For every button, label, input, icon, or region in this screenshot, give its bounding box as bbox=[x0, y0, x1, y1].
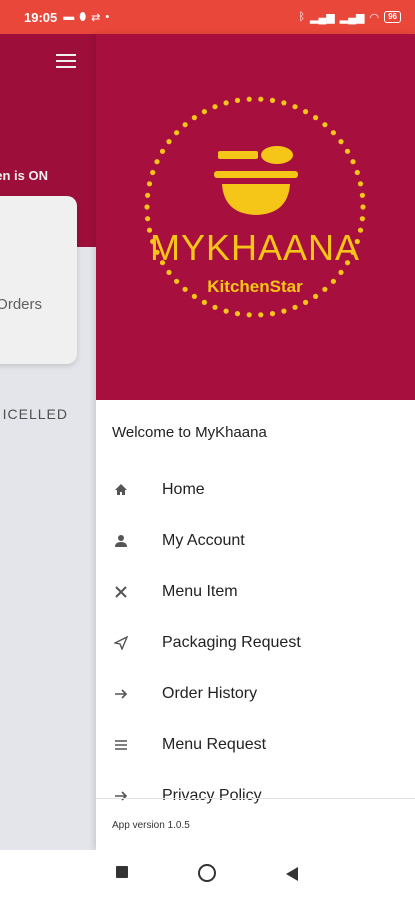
logo-dot bbox=[166, 139, 172, 145]
send-icon bbox=[112, 634, 130, 652]
logo-dot bbox=[281, 100, 287, 106]
menu-item-my-account[interactable]: My Account bbox=[96, 515, 415, 566]
logo-dot bbox=[338, 139, 344, 145]
menu-item-order-history[interactable]: Order History bbox=[96, 668, 415, 719]
menu-item-label: Home bbox=[162, 480, 205, 498]
logo-dot bbox=[144, 204, 150, 210]
wifi-icon: ◠ bbox=[369, 11, 380, 24]
status-left-icons: ▬ ⬮ ⇄ • bbox=[63, 11, 109, 24]
back-button[interactable] bbox=[286, 867, 298, 881]
logo-dot bbox=[212, 304, 218, 310]
menu-item-home[interactable]: Home bbox=[96, 464, 415, 515]
arrow-right-icon bbox=[112, 685, 130, 703]
menu-item-label: My Account bbox=[162, 531, 245, 549]
logo-dot bbox=[174, 130, 180, 136]
logo-dot bbox=[223, 308, 229, 314]
logo-dot bbox=[313, 293, 319, 299]
logo-dot bbox=[344, 148, 351, 154]
logo-dot bbox=[145, 192, 151, 198]
home-button[interactable] bbox=[198, 864, 216, 882]
logo-dot bbox=[359, 216, 365, 222]
dot-icon: • bbox=[105, 11, 110, 23]
logo-dot bbox=[269, 97, 276, 103]
list-icon bbox=[112, 736, 130, 754]
app-version: App version 1.0.5 bbox=[112, 820, 190, 831]
logo-dot bbox=[146, 181, 153, 187]
logo-dot bbox=[246, 312, 252, 318]
logo-dot bbox=[330, 130, 336, 136]
logo-dot bbox=[258, 312, 264, 318]
person-icon bbox=[112, 532, 130, 550]
menu-item-label: Order History bbox=[162, 684, 258, 702]
menu-item-privacy-policy[interactable]: Privacy Policy bbox=[96, 770, 415, 821]
signal-icon: ▂▄▆ bbox=[339, 11, 365, 24]
logo-dot bbox=[182, 122, 188, 128]
logo-dot bbox=[357, 181, 364, 187]
logo-dot bbox=[223, 100, 229, 106]
logo-dot bbox=[281, 308, 287, 314]
arrow-right-icon bbox=[112, 787, 130, 805]
logo-title: MYKHAANA bbox=[150, 227, 360, 268]
menu-item-menu-item[interactable]: Menu Item bbox=[96, 566, 415, 617]
menu-item-menu-request[interactable]: Menu Request bbox=[96, 719, 415, 770]
logo-dot bbox=[154, 159, 160, 165]
logo-dot bbox=[322, 286, 328, 292]
logo-dot bbox=[234, 97, 241, 103]
logo-dot bbox=[354, 169, 360, 176]
drawer-menu: Home My Account Menu Item Packaging Requ… bbox=[96, 464, 415, 821]
mykhaana-logo: MYKHAANA KitchenStar bbox=[144, 96, 366, 318]
status-time: 19:05 bbox=[24, 9, 58, 25]
drawer-header: MYKHAANA KitchenStar bbox=[96, 34, 415, 400]
logo-dot bbox=[330, 278, 336, 284]
logo-dot bbox=[292, 104, 298, 110]
logo-dot bbox=[246, 96, 252, 102]
logo-dot bbox=[359, 192, 365, 198]
logo-dot bbox=[191, 115, 197, 121]
logo-dot bbox=[338, 269, 344, 275]
status-right-icons: ᛒ ▂▄▆ ▂▄▆ ◠ 96 bbox=[298, 11, 401, 24]
usb-icon: ⇄ bbox=[91, 11, 101, 24]
logo-dot bbox=[145, 216, 151, 222]
logo-dot bbox=[166, 269, 172, 275]
logo-dot bbox=[322, 122, 328, 128]
recents-button[interactable] bbox=[116, 866, 128, 878]
logo-dot bbox=[234, 311, 241, 317]
welcome-text: Welcome to MyKhaana bbox=[112, 424, 267, 441]
logo-dot bbox=[159, 148, 166, 154]
location-icon: ⬮ bbox=[79, 10, 87, 23]
logo-dot bbox=[292, 304, 298, 310]
logo-dot bbox=[350, 159, 356, 165]
drawer-divider bbox=[96, 798, 415, 799]
navigation-drawer: MYKHAANA KitchenStar Welcome to MyKhaana… bbox=[96, 34, 415, 850]
drawer-scrim[interactable] bbox=[0, 34, 96, 850]
menu-item-label: Packaging Request bbox=[162, 633, 301, 651]
bluetooth-icon: ᛒ bbox=[298, 11, 306, 23]
logo-dot bbox=[303, 299, 309, 305]
logo-dot bbox=[303, 109, 309, 115]
logo-dot bbox=[201, 299, 207, 305]
logo-dot bbox=[150, 169, 156, 176]
system-nav-bar bbox=[0, 850, 415, 900]
logo-dot bbox=[201, 109, 207, 115]
battery-icon: 96 bbox=[384, 11, 401, 23]
menu-item-label: Menu Item bbox=[162, 582, 238, 600]
home-icon bbox=[112, 481, 130, 499]
menu-item-label: Menu Request bbox=[162, 735, 267, 753]
logo-dot bbox=[313, 115, 319, 121]
logo-dot bbox=[191, 293, 197, 299]
logo-dot bbox=[174, 278, 180, 284]
menu-item-label: Privacy Policy bbox=[162, 786, 262, 804]
menu-item-packaging-request[interactable]: Packaging Request bbox=[96, 617, 415, 668]
logo-dot bbox=[212, 104, 218, 110]
message-icon: ▬ bbox=[63, 11, 75, 23]
logo-dot bbox=[258, 96, 264, 102]
signal-icon: ▂▄▆ bbox=[310, 11, 335, 24]
utensils-icon bbox=[112, 583, 130, 601]
logo-dot bbox=[269, 311, 276, 317]
status-bar: 19:05 ▬ ⬮ ⇄ • ᛒ ▂▄▆ ▂▄▆ ◠ 96 bbox=[0, 0, 415, 34]
logo-subtitle: KitchenStar bbox=[207, 277, 303, 296]
logo-dot bbox=[360, 204, 366, 210]
logo-dot bbox=[182, 286, 188, 292]
